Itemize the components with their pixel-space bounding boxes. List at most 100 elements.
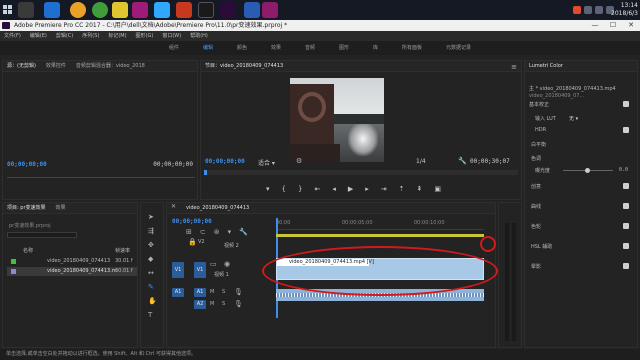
timeline-timecode[interactable]: 00;00;00;00 xyxy=(172,218,212,225)
start-button[interactable] xyxy=(0,0,14,20)
section-hsl[interactable]: HSL 辅助 xyxy=(531,243,552,250)
mark-in-icon[interactable]: { xyxy=(282,185,286,195)
mark-out-icon[interactable]: } xyxy=(298,185,302,195)
close-button[interactable]: ✕ xyxy=(622,20,640,31)
export-frame-icon[interactable]: ▣ xyxy=(434,185,441,195)
snap-icon[interactable]: ⊂ xyxy=(200,228,206,236)
program-title[interactable]: 节目：video_20180409_074413 xyxy=(205,61,283,71)
mute-button[interactable]: M xyxy=(210,288,214,296)
pen-tool-icon[interactable]: ✎ xyxy=(148,283,154,291)
track-target-a2[interactable]: A2 xyxy=(194,300,206,309)
menu-sequence[interactable]: 序列(S) xyxy=(82,31,99,41)
source-patch-v1[interactable]: V1 xyxy=(172,262,184,278)
tone-label[interactable]: 色调 xyxy=(531,155,541,162)
section-vignette[interactable]: 晕影 xyxy=(531,263,541,270)
lumetri-source[interactable]: 主 * video_20180409_074413.mp4 xyxy=(529,85,616,92)
source-timecode[interactable]: 00;00;00;00 xyxy=(7,161,47,168)
security-icon[interactable] xyxy=(92,2,108,18)
track-select-tool-icon[interactable]: ⇶ xyxy=(148,227,154,235)
menu-help[interactable]: 帮助(H) xyxy=(190,31,208,41)
workspace-tab-metadata[interactable]: 元数据记录 xyxy=(446,41,471,55)
step-forward-icon[interactable]: ▸ xyxy=(365,185,369,195)
timeline-ruler[interactable]: 00;00 00;00;05;00 00;00;10;00 xyxy=(276,218,484,230)
lumetri-title[interactable]: Lumetri Color xyxy=(529,61,563,71)
list-item[interactable]: video_20180409_074413.m 30.01 f xyxy=(7,267,137,276)
workspace-tab-libraries[interactable]: 库 xyxy=(373,41,378,55)
lock-icon[interactable]: 🔒 xyxy=(188,238,197,246)
playhead-marker[interactable] xyxy=(204,170,207,175)
col-fps[interactable]: 帧速率 xyxy=(115,247,130,254)
fit-dropdown[interactable]: 适合 ▾ xyxy=(258,158,275,167)
volume-icon[interactable] xyxy=(595,6,603,14)
word-icon[interactable] xyxy=(244,2,260,18)
maximize-button[interactable]: ☐ xyxy=(604,20,622,31)
list-item[interactable]: video_20180409_074413 30.01 f xyxy=(7,257,137,266)
ie-browser-icon[interactable] xyxy=(44,2,60,18)
app-icon[interactable] xyxy=(176,2,192,18)
type-tool-icon[interactable]: T xyxy=(148,311,152,319)
section-curves[interactable]: 曲线 xyxy=(531,203,541,210)
close-icon[interactable]: ✕ xyxy=(171,203,176,213)
menu-window[interactable]: 窗口(W) xyxy=(162,31,181,41)
lut-dropdown[interactable]: 无 ▾ xyxy=(569,115,578,122)
slip-tool-icon[interactable]: ↔ xyxy=(148,269,154,277)
source-scrubber[interactable] xyxy=(7,177,195,178)
tab-audio-clip-mixer[interactable]: 音频剪辑混合器：video_2018 xyxy=(76,61,145,71)
exposure-value[interactable]: 0.0 xyxy=(619,167,628,173)
workspace-tab-assembly[interactable]: 组件 xyxy=(169,41,179,55)
playback-resolution[interactable]: 1/4 xyxy=(416,158,426,165)
workspace-tab-color[interactable]: 颜色 xyxy=(237,41,247,55)
go-to-in-icon[interactable]: ⇤ xyxy=(314,185,320,195)
panel-menu-icon[interactable]: ≡ xyxy=(511,63,517,71)
settings-wrench-icon[interactable]: ⚙ xyxy=(296,157,302,165)
tab-project[interactable]: 项目: pr变速效果 xyxy=(7,203,46,213)
lift-icon[interactable]: ⇡ xyxy=(399,185,405,195)
section-color-wheels[interactable]: 色轮 xyxy=(531,223,541,230)
checkbox-vignette[interactable] xyxy=(623,263,629,269)
wrench-icon[interactable]: 🔧 xyxy=(458,157,467,165)
timeline-settings-icon[interactable]: 🔧 xyxy=(239,228,248,236)
solo-button[interactable]: S xyxy=(222,300,225,308)
workspace-tab-editing[interactable]: 编辑 xyxy=(203,41,213,55)
ime-icon[interactable] xyxy=(573,6,581,14)
linked-selection-icon[interactable]: ⊛ xyxy=(214,228,220,236)
mic-icon[interactable]: 🎙 xyxy=(234,288,243,296)
folder-icon[interactable] xyxy=(112,2,128,18)
browser-icon[interactable] xyxy=(70,2,86,18)
checkbox-hsl[interactable] xyxy=(623,243,629,249)
checkbox-hdr[interactable] xyxy=(623,127,629,133)
photoshop-icon[interactable] xyxy=(132,2,148,18)
premiere-icon[interactable] xyxy=(262,2,278,18)
tab-source[interactable]: 源：(无剪辑) xyxy=(7,61,36,71)
workspace-tab-graphics[interactable]: 图形 xyxy=(339,41,349,55)
lumetri-sequence[interactable]: video_20180409_07... xyxy=(529,93,584,99)
play-icon[interactable]: ▶ xyxy=(348,185,353,195)
menu-marker[interactable]: 标记(M) xyxy=(108,31,126,41)
track-target-a1[interactable]: A1 xyxy=(194,288,206,297)
step-back-icon[interactable]: ◂ xyxy=(332,185,336,195)
eye-icon[interactable]: ◉ xyxy=(224,260,230,268)
task-view-icon[interactable] xyxy=(18,2,34,18)
app-icon[interactable] xyxy=(154,2,170,18)
timeline-title[interactable]: video_20180409_074413 xyxy=(186,203,249,213)
program-scrubber[interactable] xyxy=(204,170,518,175)
checkbox-curves[interactable] xyxy=(623,203,629,209)
hand-tool-icon[interactable]: ✋ xyxy=(148,297,157,305)
checkbox-basic[interactable] xyxy=(623,101,629,107)
minimize-button[interactable]: — xyxy=(586,20,604,31)
network-icon[interactable] xyxy=(584,6,592,14)
track-name-v2[interactable]: V2 xyxy=(198,239,205,245)
menu-graphics[interactable]: 图形(G) xyxy=(136,31,154,41)
nest-icon[interactable]: ⊞ xyxy=(186,228,192,236)
tab-effect-controls[interactable]: 效果控件 xyxy=(46,61,66,71)
col-name[interactable]: 名称 xyxy=(23,247,33,254)
exposure-slider[interactable] xyxy=(563,168,613,173)
mute-button[interactable]: M xyxy=(210,300,214,308)
extract-icon[interactable]: ⇞ xyxy=(417,185,423,195)
source-patch-a1[interactable]: A1 xyxy=(172,288,184,297)
section-basic-correction[interactable]: 基本校正 xyxy=(529,101,549,108)
mic-icon[interactable]: 🎙 xyxy=(234,300,243,308)
work-area-bar[interactable] xyxy=(276,234,484,237)
track-output-icon[interactable]: ▭ xyxy=(210,260,217,268)
marker-icon[interactable]: ▾ xyxy=(266,185,270,195)
